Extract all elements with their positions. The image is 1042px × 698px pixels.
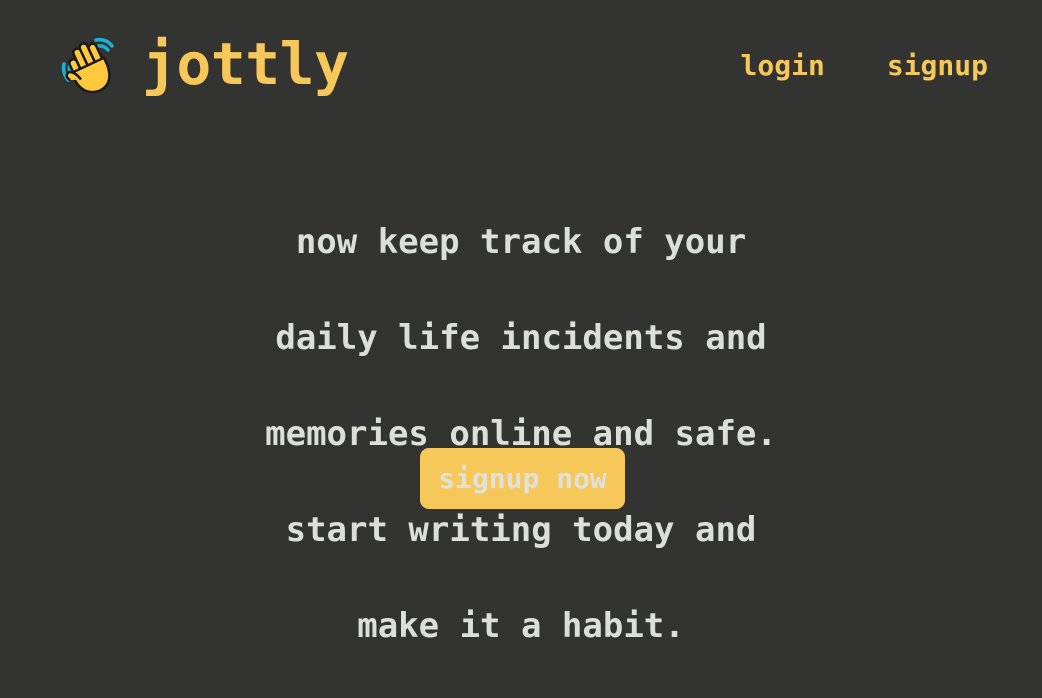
hero-line: daily life incidents and (275, 318, 767, 358)
logo-link[interactable]: jottly (60, 30, 349, 98)
site-header: jottly login signup (0, 0, 1042, 130)
waving-hand-icon (61, 37, 114, 94)
brand-name: jottly (142, 30, 349, 98)
hero-line: start writing today and (285, 510, 757, 550)
signup-now-button[interactable]: signup now (420, 448, 625, 509)
top-nav: login signup (741, 46, 988, 86)
signup-link[interactable]: signup (887, 46, 988, 86)
login-link[interactable]: login (741, 46, 825, 86)
hero-line: now keep track of your (295, 222, 747, 262)
hero-line: make it a habit. (357, 606, 685, 646)
hero-tagline: now keep track of your daily life incide… (221, 170, 821, 698)
